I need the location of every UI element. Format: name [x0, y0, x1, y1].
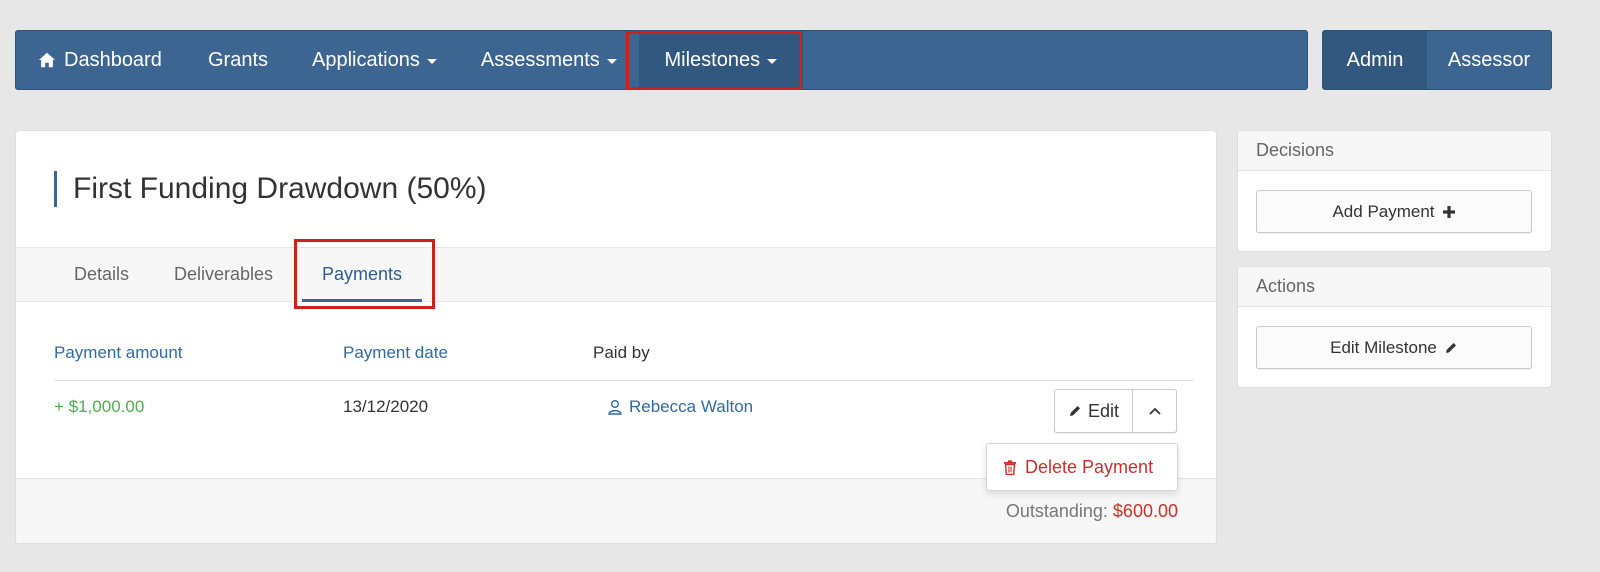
nav-assessments-label: Assessments	[480, 48, 600, 71]
user-icon	[608, 400, 622, 415]
table-row: + $1,000.00 13/12/2020 Rebecca Walton Ed…	[54, 383, 1194, 443]
title-wrap: First Funding Drawdown (50%)	[54, 171, 486, 207]
payment-amount: + $1,000.00	[54, 397, 145, 416]
chevron-down-icon	[767, 58, 778, 64]
nav-milestones-label: Milestones	[664, 48, 761, 71]
row-action-group: Edit	[1054, 389, 1177, 433]
decisions-panel: Decisions Add Payment	[1237, 130, 1552, 252]
chevron-down-icon	[606, 58, 617, 64]
active-tab-indicator	[302, 299, 422, 302]
plus-icon	[1442, 205, 1455, 218]
outstanding-value: $600.00	[1112, 501, 1178, 521]
paid-by-name: Rebecca Walton	[629, 397, 754, 416]
chevron-up-icon	[1148, 407, 1161, 415]
decisions-title: Decisions	[1238, 131, 1551, 171]
role-switcher: Admin Assessor	[1322, 30, 1552, 90]
column-payment-amount[interactable]: Payment amount	[54, 343, 183, 363]
tab-details[interactable]: Details	[74, 248, 129, 301]
outstanding-total: Outstanding: $600.00	[1006, 501, 1178, 522]
edit-milestone-label: Edit Milestone	[1330, 337, 1437, 357]
nav-grants-label: Grants	[208, 48, 269, 71]
delete-payment-label: Delete Payment	[1025, 456, 1154, 477]
row-actions-toggle[interactable]	[1133, 390, 1176, 432]
pencil-icon	[1445, 342, 1456, 353]
delete-payment-menu-item[interactable]: Delete Payment	[986, 443, 1178, 491]
payment-date: 13/12/2020	[343, 397, 429, 416]
nav-milestones[interactable]: Milestones	[638, 31, 803, 89]
role-assessor-button[interactable]: Assessor	[1427, 31, 1551, 89]
role-admin-button[interactable]: Admin	[1323, 31, 1427, 89]
chevron-down-icon	[426, 58, 437, 64]
column-paid-by: Paid by	[593, 343, 650, 362]
home-icon	[38, 52, 56, 68]
page-title: First Funding Drawdown (50%)	[73, 172, 487, 205]
trash-icon	[1004, 459, 1016, 475]
nav-grants[interactable]: Grants	[186, 31, 290, 89]
payments-table-header: Payment amount Payment date Paid by	[54, 343, 1194, 381]
edit-payment-button[interactable]: Edit	[1055, 390, 1133, 432]
outstanding-label: Outstanding:	[1005, 501, 1108, 521]
actions-title: Actions	[1238, 267, 1551, 307]
paid-by-link[interactable]: Rebecca Walton	[607, 397, 753, 417]
nav-assessments[interactable]: Assessments	[459, 31, 639, 89]
nav-applications[interactable]: Applications	[290, 31, 459, 89]
edit-milestone-button[interactable]: Edit Milestone	[1256, 326, 1532, 369]
tab-payments[interactable]: Payments	[322, 248, 402, 301]
nav-applications-label: Applications	[312, 48, 420, 71]
edit-label: Edit	[1087, 400, 1120, 421]
column-payment-date[interactable]: Payment date	[343, 343, 448, 363]
add-payment-label: Add Payment	[1332, 201, 1435, 221]
tab-deliverables[interactable]: Deliverables	[174, 248, 273, 301]
pencil-icon	[1069, 406, 1080, 416]
tabs-bar: Details Deliverables Payments	[16, 247, 1216, 302]
add-payment-button[interactable]: Add Payment	[1256, 190, 1532, 233]
main-navbar: Dashboard Grants Applications Assessment…	[15, 30, 1308, 90]
nav-dashboard-label: Dashboard	[64, 48, 162, 71]
nav-dashboard[interactable]: Dashboard	[16, 31, 186, 89]
actions-panel: Actions Edit Milestone	[1237, 266, 1552, 388]
